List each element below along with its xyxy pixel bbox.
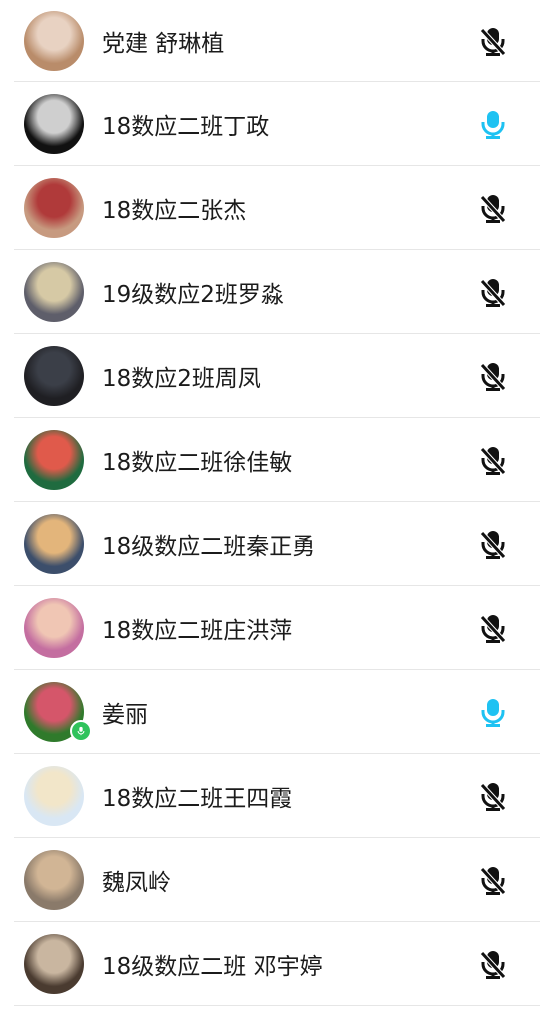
member-row[interactable]: 18级数应二班秦正勇 xyxy=(14,502,540,586)
member-name: 19级数应2班罗淼 xyxy=(102,281,284,308)
avatar[interactable] xyxy=(24,429,84,490)
mic-off-icon[interactable] xyxy=(476,947,510,981)
speaking-badge-icon xyxy=(70,719,92,742)
avatar-image xyxy=(24,10,84,71)
member-name: 18数应二张杰 xyxy=(102,197,247,224)
avatar-image xyxy=(24,765,84,826)
avatar[interactable] xyxy=(24,513,84,574)
mic-off-icon[interactable] xyxy=(476,443,510,477)
avatar[interactable] xyxy=(24,93,84,154)
avatar-image xyxy=(24,849,84,910)
mic-off-icon[interactable] xyxy=(476,191,510,225)
avatar[interactable] xyxy=(24,597,84,658)
mic-icon[interactable] xyxy=(476,695,510,729)
member-name: 18数应二班丁政 xyxy=(102,113,270,140)
avatar-image xyxy=(24,261,84,322)
member-name: 18级数应二班秦正勇 xyxy=(102,533,316,560)
member-row[interactable]: 姜丽 xyxy=(14,670,540,754)
avatar[interactable] xyxy=(24,933,84,994)
mic-off-icon[interactable] xyxy=(476,359,510,393)
member-row[interactable]: 18数应二班王四霞 xyxy=(14,754,540,838)
member-name: 魏凤岭 xyxy=(102,869,171,896)
member-row[interactable]: 18数应二班徐佳敏 xyxy=(14,418,540,502)
avatar-image xyxy=(24,93,84,154)
avatar[interactable] xyxy=(24,765,84,826)
mic-off-icon[interactable] xyxy=(476,611,510,645)
member-name: 党建 舒琳植 xyxy=(102,30,225,57)
mic-off-icon[interactable] xyxy=(476,863,510,897)
member-name: 姜丽 xyxy=(102,701,148,728)
avatar-image xyxy=(24,177,84,238)
mic-off-icon[interactable] xyxy=(476,24,510,58)
member-row[interactable]: 18数应二班庄洪萍 xyxy=(14,586,540,670)
avatar[interactable] xyxy=(24,177,84,238)
member-row[interactable]: 18数应二张杰 xyxy=(14,166,540,250)
member-name: 18数应2班周凤 xyxy=(102,365,261,392)
member-name: 18级数应二班 邓宇婷 xyxy=(102,953,323,980)
member-row[interactable]: 18数应二班丁政 xyxy=(14,82,540,166)
mic-off-icon[interactable] xyxy=(476,275,510,309)
avatar-image xyxy=(24,513,84,574)
avatar[interactable] xyxy=(24,345,84,406)
member-row[interactable]: 魏凤岭 xyxy=(14,838,540,922)
avatar[interactable] xyxy=(24,261,84,322)
mic-icon[interactable] xyxy=(476,107,510,141)
avatar-image xyxy=(24,429,84,490)
member-name: 18数应二班庄洪萍 xyxy=(102,617,293,644)
mic-off-icon[interactable] xyxy=(476,527,510,561)
avatar-image xyxy=(24,933,84,994)
avatar[interactable] xyxy=(24,849,84,910)
avatar-image xyxy=(24,345,84,406)
avatar[interactable] xyxy=(24,10,84,71)
member-row[interactable]: 19级数应2班罗淼 xyxy=(14,250,540,334)
member-row[interactable]: 18级数应二班 邓宇婷 xyxy=(14,922,540,1006)
member-list: 党建 舒琳植 18数应二班丁政 18数应二张杰 19级数应2班罗淼 18数应2班… xyxy=(0,0,540,1006)
member-name: 18数应二班王四霞 xyxy=(102,785,293,812)
avatar-image xyxy=(24,597,84,658)
member-row[interactable]: 18数应2班周凤 xyxy=(14,334,540,418)
mic-off-icon[interactable] xyxy=(476,779,510,813)
member-name: 18数应二班徐佳敏 xyxy=(102,449,293,476)
member-row[interactable]: 党建 舒琳植 xyxy=(14,0,540,82)
